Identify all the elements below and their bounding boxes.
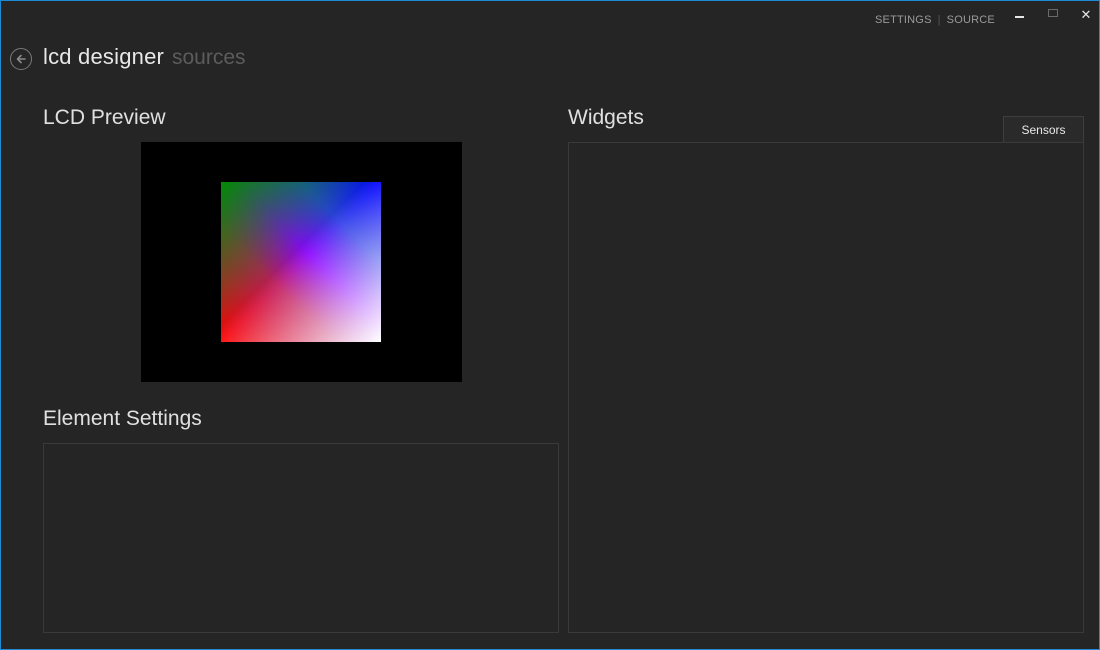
element-settings-panel[interactable] <box>43 443 559 633</box>
sensors-button[interactable]: Sensors <box>1003 116 1084 143</box>
widgets-heading: Widgets <box>568 106 644 129</box>
maximize-button[interactable] <box>1043 7 1063 23</box>
nav-separator: | <box>937 14 941 26</box>
app-window: SETTINGS | SOURCE ✕ lcd designer sources… <box>0 0 1100 650</box>
close-button[interactable]: ✕ <box>1076 7 1096 23</box>
maximize-icon <box>1048 9 1058 17</box>
app-subtitle-sources[interactable]: sources <box>172 46 246 70</box>
widgets-panel[interactable] <box>568 142 1084 633</box>
lcd-preview-canvas[interactable] <box>141 142 462 382</box>
element-settings-heading: Element Settings <box>43 407 202 430</box>
app-title: lcd designer <box>43 44 165 69</box>
back-arrow-icon <box>16 54 26 64</box>
settings-link[interactable]: SETTINGS <box>875 14 932 26</box>
back-button[interactable] <box>10 48 32 70</box>
gradient-white-layer <box>221 182 381 342</box>
close-icon: ✕ <box>1080 7 1092 22</box>
minimize-button[interactable] <box>1009 7 1029 23</box>
lcd-preview-heading: LCD Preview <box>43 106 166 129</box>
lcd-gradient-image <box>221 182 381 342</box>
source-link[interactable]: SOURCE <box>947 14 995 26</box>
minimize-icon <box>1014 15 1024 18</box>
top-nav: SETTINGS | SOURCE <box>875 14 995 26</box>
